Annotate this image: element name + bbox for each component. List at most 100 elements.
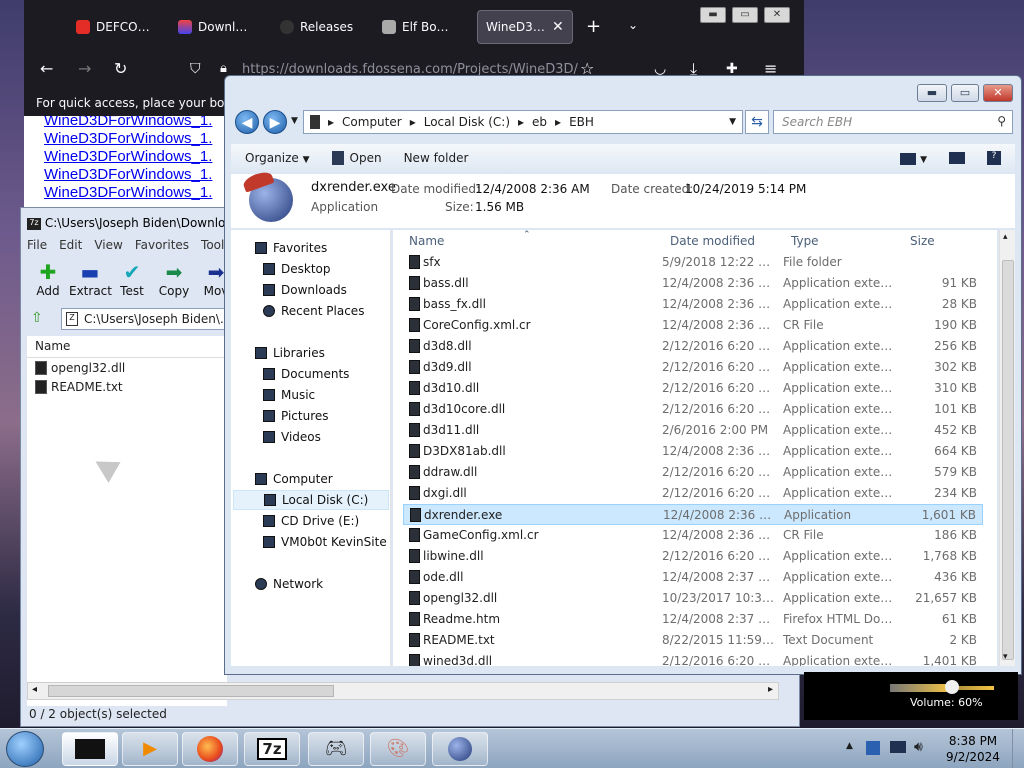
menu-view[interactable]: View (94, 238, 122, 256)
close-button[interactable]: ✕ (983, 84, 1013, 102)
nav-local-disk[interactable]: Local Disk (C:) (233, 490, 389, 510)
back-button[interactable]: ◀ (235, 110, 259, 134)
file-row[interactable]: ode.dll 12/4/2008 2:37 AM Application exte… (403, 567, 983, 588)
file-row[interactable]: README.txt 8/22/2015 11:59 AM Text Documen… (403, 630, 983, 651)
history-dropdown-icon[interactable]: ▼ (291, 116, 298, 126)
test-button[interactable]: ✔ Test (111, 260, 153, 298)
column-header-size[interactable]: Size (910, 234, 935, 248)
forward-button[interactable]: ▶ (263, 110, 287, 134)
nav-libraries[interactable]: Libraries (255, 343, 325, 363)
new-folder-button[interactable]: New folder (404, 151, 469, 165)
preview-pane-icon[interactable] (949, 152, 965, 164)
download-link[interactable]: WineD3DForWindows_1. (44, 184, 212, 201)
address-bar[interactable]: ▸ Computer ▸ Local Disk (C:) ▸ eb ▸ EBH … (303, 110, 743, 134)
list-item[interactable]: README.txt (27, 377, 227, 396)
file-row[interactable]: Readme.htm 12/4/2008 2:37 AM Firefox HTML … (403, 609, 983, 630)
column-header-name[interactable]: Name (27, 336, 227, 358)
nav-cd-drive[interactable]: CD Drive (E:) (263, 511, 359, 531)
file-row[interactable]: bass.dll 12/4/2008 2:36 AM Application ext… (403, 273, 983, 294)
organize-button[interactable]: Organize ▼ (245, 151, 310, 165)
nav-computer[interactable]: Computer (255, 469, 333, 489)
file-row[interactable]: ddraw.dll 2/12/2016 6:20 PM Application ex… (403, 462, 983, 483)
vertical-scrollbar[interactable]: ▴ ▾ (999, 230, 1015, 666)
download-link[interactable]: WineD3DForWindows_1. (44, 116, 212, 129)
nav-documents[interactable]: Documents (263, 364, 349, 384)
download-link[interactable]: WineD3DForWindows_1. (44, 130, 212, 147)
nav-network-drive[interactable]: VM0b0t KevinSite (263, 532, 387, 552)
breadcrumb-local-disk[interactable]: Local Disk (C:) (424, 115, 510, 129)
file-row[interactable]: d3d10.dll 2/12/2016 6:20 PM Application ex… (403, 378, 983, 399)
7zip-path-field[interactable]: Z C:\Users\Joseph Biden\Dov (61, 308, 237, 330)
back-icon[interactable]: ← (40, 60, 53, 78)
scroll-down-icon[interactable]: ▾ (1003, 652, 1008, 662)
breadcrumb-ebh[interactable]: EBH (569, 115, 594, 129)
nav-music[interactable]: Music (263, 385, 315, 405)
breadcrumb-eb[interactable]: eb (532, 115, 547, 129)
nav-pictures[interactable]: Pictures (263, 406, 329, 426)
file-row[interactable]: CoreConfig.xml.cr 12/4/2008 2:36 AM CR Fil… (403, 315, 983, 336)
taskbar-media-player[interactable]: ▶ (122, 732, 178, 766)
file-row[interactable]: d3d8.dll 2/12/2016 6:20 PM Application ext… (403, 336, 983, 357)
file-row[interactable]: wined3d.dll 2/12/2016 6:20 PM Application … (403, 651, 983, 666)
menu-favorites[interactable]: Favorites (135, 238, 189, 256)
tab-defcon[interactable]: DEFCON P (68, 10, 160, 44)
file-row[interactable]: dxgi.dll 2/12/2016 6:20 PM Application ext… (403, 483, 983, 504)
clock[interactable]: 8:38 PM 9/2/2024 (938, 733, 1008, 765)
speaker-icon[interactable]: 🔊︎ (914, 739, 923, 755)
file-row[interactable]: bass_fx.dll 12/4/2008 2:36 AM Application … (403, 294, 983, 315)
menu-edit[interactable]: Edit (59, 238, 82, 256)
nav-downloads[interactable]: Downloads (263, 280, 347, 300)
taskbar-firefox[interactable] (182, 732, 238, 766)
file-row[interactable]: d3d11.dll 2/6/2016 2:00 PM Application ext… (403, 420, 983, 441)
help-icon[interactable]: ? (987, 151, 1001, 165)
search-input[interactable]: Search EBH ⚲ (773, 110, 1013, 134)
open-button[interactable]: Open (331, 151, 382, 166)
change-view-button[interactable]: ▼ (900, 151, 927, 165)
forward-icon[interactable]: → (78, 60, 91, 78)
close-button[interactable]: ✕ (764, 7, 790, 23)
up-folder-icon[interactable]: ⇧ (31, 310, 43, 326)
horizontal-scrollbar[interactable]: ◂ ▸ (27, 682, 779, 700)
copy-button[interactable]: ➡ Copy (153, 260, 195, 298)
new-tab-button[interactable]: + (586, 16, 601, 37)
scroll-thumb[interactable] (1002, 260, 1014, 660)
extract-button[interactable]: ▬ Extract (69, 260, 112, 298)
tray-app-icon[interactable] (866, 741, 880, 755)
minimize-button[interactable]: ▬ (700, 7, 726, 23)
maximize-button[interactable]: ▭ (732, 7, 758, 23)
scroll-right-icon[interactable]: ▸ (768, 684, 773, 695)
file-row[interactable]: D3DX81ab.dll 12/4/2008 2:36 AM Application… (403, 441, 983, 462)
download-link[interactable]: WineD3DForWindows_1. (44, 148, 212, 165)
volume-knob[interactable] (945, 680, 960, 694)
tab-list-icon[interactable]: ⌄ (628, 18, 638, 32)
file-row[interactable]: d3d10core.dll 2/12/2016 6:20 PM Applicatio… (403, 399, 983, 420)
nav-videos[interactable]: Videos (263, 427, 321, 447)
file-row[interactable]: GameConfig.xml.cr 12/4/2008 2:36 AM CR Fil… (403, 525, 983, 546)
close-tab-icon[interactable]: ✕ (552, 19, 564, 35)
minimize-button[interactable]: ▬ (917, 84, 947, 102)
nav-recent-places[interactable]: Recent Places (263, 301, 364, 321)
address-dropdown-icon[interactable]: ▼ (729, 117, 736, 127)
scroll-left-icon[interactable]: ◂ (32, 684, 37, 695)
download-link[interactable]: WineD3DForWindows_1. (44, 166, 212, 183)
add-button[interactable]: ✚ Add (27, 260, 69, 298)
column-header-name[interactable]: Name (409, 234, 444, 248)
taskbar-snes[interactable]: 🎮︎ (308, 732, 364, 766)
file-row[interactable]: d3d9.dll 2/12/2016 6:20 PM Application ext… (403, 357, 983, 378)
taskbar-dxrender[interactable] (432, 732, 488, 766)
tab-elf-bowling[interactable]: Elf Bowling (374, 10, 466, 44)
refresh-icon[interactable]: ⇆ (745, 110, 769, 134)
file-row[interactable]: sfx 5/9/2018 12:22 AM File folder (403, 252, 983, 273)
menu-tools[interactable]: Tool (201, 238, 224, 256)
shield-icon[interactable]: ⛉ (190, 60, 201, 78)
scroll-up-icon[interactable]: ▴ (1003, 232, 1008, 242)
taskbar-7zip[interactable]: 7z (244, 732, 300, 766)
breadcrumb-computer[interactable]: Computer (342, 115, 402, 129)
tab-wined3d[interactable]: WineD3D F ✕ (477, 10, 573, 44)
tab-download[interactable]: Download (170, 10, 262, 44)
nav-favorites[interactable]: Favorites (255, 238, 327, 258)
network-tray-icon[interactable] (890, 741, 906, 753)
file-row[interactable]: dxrender.exe 12/4/2008 2:36 AM Application… (403, 504, 983, 525)
show-desktop-button[interactable] (1012, 729, 1024, 768)
nav-desktop[interactable]: Desktop (263, 259, 331, 279)
